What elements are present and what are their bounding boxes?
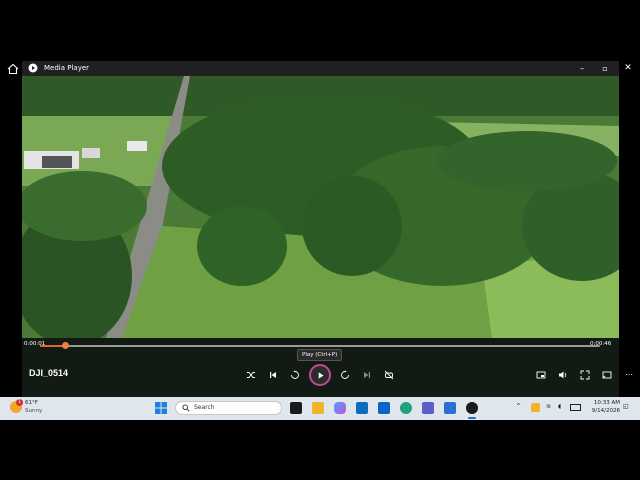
repeat-button[interactable] — [382, 368, 396, 382]
more-options-button[interactable]: ⋯ — [622, 368, 636, 382]
tray-app-icon[interactable] — [531, 403, 540, 412]
file-explorer-icon[interactable] — [312, 402, 324, 414]
home-icon[interactable] — [6, 62, 20, 76]
store-icon[interactable] — [356, 402, 368, 414]
miniplayer-button[interactable] — [534, 368, 548, 382]
media-player-app-icon — [28, 63, 38, 73]
play-button[interactable] — [309, 364, 331, 386]
edge-icon[interactable] — [400, 402, 412, 414]
minimize-icon: – — [580, 64, 584, 73]
close-button[interactable]: ✕ — [619, 61, 637, 76]
taskbar-search-box[interactable]: Search — [175, 401, 282, 415]
weather-temperature[interactable]: 61°F — [25, 400, 38, 406]
media-player-window: Media Player – ▫ 0:00:01 0:00:46 Play (C… — [22, 61, 619, 397]
window-title: Media Player — [44, 64, 90, 72]
play-icon — [318, 371, 324, 379]
seek-bar[interactable] — [40, 342, 600, 349]
next-button[interactable] — [360, 368, 374, 382]
skip-forward-button[interactable] — [338, 368, 352, 382]
repeat-off-icon — [384, 370, 394, 380]
fullscreen-icon — [580, 370, 590, 380]
video-title: DJI_0514 — [29, 368, 69, 378]
cast-button[interactable] — [600, 368, 614, 382]
video-scene — [22, 76, 619, 338]
video-frame[interactable] — [22, 76, 619, 338]
shuffle-icon — [247, 372, 255, 378]
chevron-up-icon[interactable]: ^ — [516, 403, 521, 410]
active-app-indicator — [468, 417, 476, 419]
minimize-button[interactable]: – — [571, 61, 593, 76]
task-view-icon[interactable] — [290, 402, 302, 414]
skip-back-10-icon — [291, 370, 299, 379]
restore-icon: ▫ — [602, 64, 608, 73]
weather-condition[interactable]: Sunny — [25, 408, 42, 414]
next-icon — [364, 372, 370, 378]
title-bar: Media Player – ▫ — [22, 61, 619, 76]
fullscreen-button[interactable] — [578, 368, 592, 382]
battery-icon[interactable] — [570, 404, 581, 411]
wifi-icon[interactable]: ≋ — [546, 403, 551, 410]
maximize-button[interactable]: ▫ — [594, 61, 616, 76]
windows-start-icon[interactable] — [155, 402, 167, 414]
shuffle-button[interactable] — [244, 368, 258, 382]
close-icon: ✕ — [624, 63, 632, 73]
copilot-icon[interactable] — [334, 402, 346, 414]
clock-date[interactable]: 9/14/2026 — [588, 408, 620, 414]
notification-bell-icon[interactable]: ◱ — [623, 403, 629, 410]
seek-thumb[interactable] — [62, 342, 70, 349]
search-placeholder: Search — [194, 404, 215, 411]
snipping-icon[interactable] — [444, 402, 456, 414]
cast-icon — [602, 371, 612, 379]
speaker-icon[interactable]: ◖ — [558, 403, 561, 410]
volume-button[interactable] — [556, 368, 570, 382]
skip-back-button[interactable] — [288, 368, 302, 382]
clock-time[interactable]: 10:33 AM — [588, 400, 620, 406]
media-player-icon[interactable] — [466, 402, 478, 414]
outlook-icon[interactable] — [378, 402, 390, 414]
previous-button[interactable] — [266, 368, 280, 382]
notification-badge: 1 — [16, 399, 23, 406]
taskbar: 1 61°F Sunny Search ^ ≋ ◖ 10:33 AM 9/14/… — [0, 397, 640, 420]
volume-icon — [559, 371, 567, 379]
skip-forward-30-icon — [341, 370, 349, 379]
playback-controls: 0:00:01 0:00:46 Play (Ctrl+P) DJI_0514 — [22, 338, 619, 397]
teams-icon[interactable] — [422, 402, 434, 414]
previous-icon — [270, 372, 276, 378]
play-tooltip: Play (Ctrl+P) — [297, 349, 343, 361]
more-icon: ⋯ — [625, 370, 633, 379]
miniplayer-icon — [536, 371, 546, 379]
search-icon — [182, 404, 190, 412]
